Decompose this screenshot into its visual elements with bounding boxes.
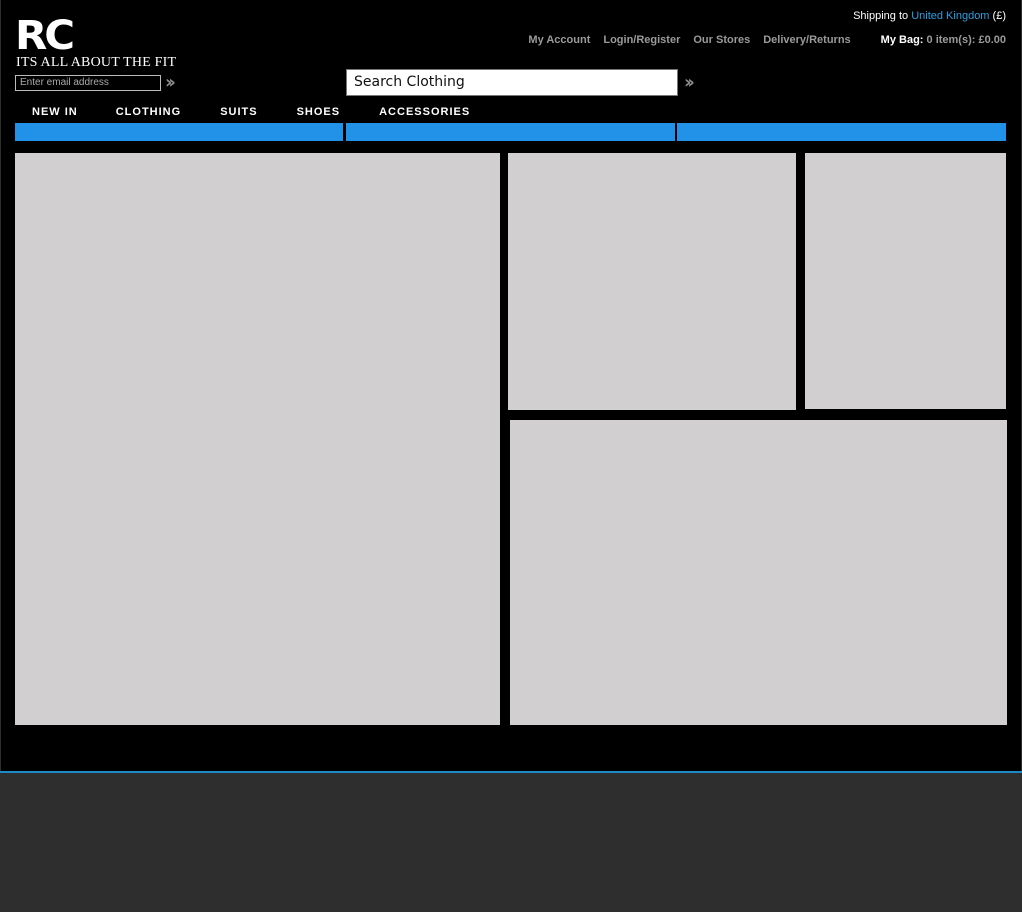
my-account-link[interactable]: My Account — [528, 34, 590, 46]
promo-bar-2[interactable] — [346, 123, 675, 141]
promo-bar-3[interactable] — [677, 123, 1006, 141]
promo-panel-top-middle[interactable] — [508, 153, 796, 410]
delivery-returns-link[interactable]: Delivery/Returns — [763, 34, 850, 46]
nav-item-clothing[interactable]: CLOTHING — [116, 105, 181, 119]
hero-panel[interactable] — [15, 153, 500, 725]
search-input[interactable] — [346, 69, 678, 96]
logo-tagline: ITS ALL ABOUT THE FIT — [16, 55, 177, 70]
login-register-link[interactable]: Login/Register — [603, 34, 680, 46]
nav-item-suits[interactable]: SUITS — [220, 105, 257, 119]
promo-panel-top-right[interactable] — [805, 153, 1006, 409]
nav-item-new-in[interactable]: NEW IN — [32, 105, 78, 119]
double-chevron-right-icon[interactable]: ›› — [165, 74, 176, 92]
promo-panel-bottom-right[interactable] — [510, 420, 1007, 725]
site-container: RC ITS ALL ABOUT THE FIT Shipping to Uni… — [1, 0, 1021, 771]
nav-item-shoes[interactable]: SHOES — [297, 105, 341, 119]
shipping-country-link[interactable]: United Kingdom — [911, 10, 989, 22]
footer-divider — [0, 771, 1022, 773]
bag-summary: 0 item(s): £0.00 — [926, 34, 1006, 46]
promo-bar-1[interactable] — [15, 123, 343, 141]
double-chevron-right-icon[interactable]: ›› — [684, 74, 695, 92]
account-nav: My Account Login/Register Our Stores Del… — [515, 34, 1006, 46]
shipping-prefix: Shipping to — [853, 10, 909, 22]
main-nav: NEW IN CLOTHING SUITS SHOES ACCESSORIES — [1, 105, 470, 119]
shipping-currency: (£) — [992, 10, 1006, 22]
newsletter-email-input[interactable] — [15, 75, 161, 91]
my-bag-link[interactable]: My Bag: 0 item(s): £0.00 — [881, 34, 1006, 46]
our-stores-link[interactable]: Our Stores — [693, 34, 750, 46]
logo[interactable]: RC — [15, 14, 75, 58]
bag-label: My Bag: — [880, 34, 924, 46]
shipping-info: Shipping to United Kingdom (£) — [853, 10, 1006, 22]
nav-item-accessories[interactable]: ACCESSORIES — [379, 105, 470, 119]
